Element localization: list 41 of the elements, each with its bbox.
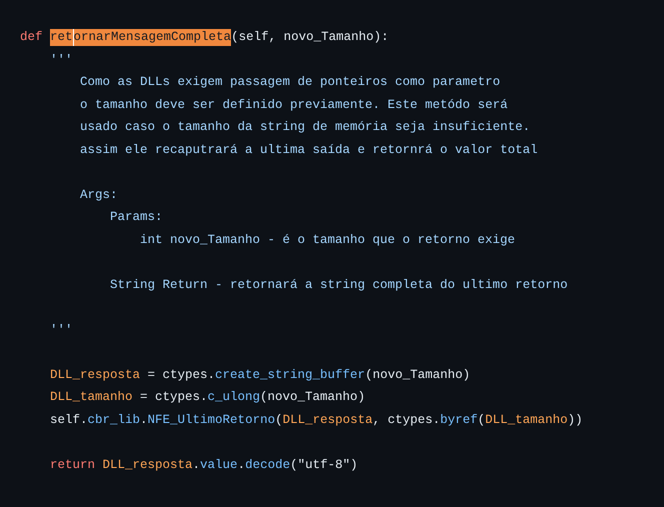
docstring-text: o tamanho deve ser definido previamente. Este metódo será — [80, 96, 508, 114]
docstring-text: assim ele recaputrará a ultima saída e retornrá o valor total — [80, 142, 538, 158]
variable-name: DLL_tamanho — [485, 412, 568, 428]
attribute-name: create_string_buffer — [215, 366, 366, 384]
code-text: = ctypes. — [139, 389, 208, 406]
docstring-text: ''' — [50, 52, 73, 68]
code-text: )) — [568, 412, 583, 428]
docstring-text: Como as DLLs exigem passagem de ponteiros como parametro — [80, 74, 500, 91]
code-text: ( — [478, 412, 486, 428]
attribute-name: c_ulong — [208, 389, 260, 406]
docstring-text: Params: — [110, 209, 163, 226]
code-text: (novo_Tamanho) — [260, 389, 366, 406]
code-text: ("utf-8") — [290, 456, 358, 474]
function-name: ret — [50, 28, 73, 46]
attribute-name: NFE_UltimoRetorno — [148, 412, 276, 428]
code-text: self. — [50, 412, 88, 428]
docstring-text: String Return - retornará a string completa do ultimo retorno — [110, 276, 568, 294]
code-text: . — [140, 412, 148, 428]
variable-name: DLL_resposta — [50, 366, 140, 384]
code-text: (self, novo_Tamanho): — [231, 29, 389, 46]
docstring-text: ''' — [50, 322, 73, 338]
attribute-name: value — [200, 456, 238, 474]
docstring-text: usado caso o tamanho da string de memória seja insuficiente. — [80, 119, 530, 136]
code-text: . — [238, 456, 246, 474]
variable-name: DLL_tamanho — [50, 389, 133, 406]
code-text: = ctypes. — [146, 366, 216, 384]
code-text: ( — [275, 412, 283, 428]
code-text: . — [192, 456, 200, 474]
attribute-name: decode — [245, 456, 290, 474]
function-name: ornarMensagemCompleta — [74, 28, 232, 46]
code-text: , ctypes. — [372, 412, 440, 428]
variable-name: DLL_resposta — [282, 412, 373, 428]
keyword-text: def — [20, 29, 43, 46]
code-text: (novo_Tamanho) — [365, 366, 470, 384]
attribute-name: cbr_lib — [88, 412, 140, 428]
text-cursor — [72, 28, 74, 46]
keyword-text: return — [50, 456, 96, 474]
docstring-text: int novo_Tamanho - é o tamanho que o retorno exige — [140, 232, 516, 248]
docstring-text: Args: — [80, 186, 118, 204]
variable-name: DLL_resposta — [102, 456, 193, 474]
attribute-name: byref — [440, 412, 478, 428]
